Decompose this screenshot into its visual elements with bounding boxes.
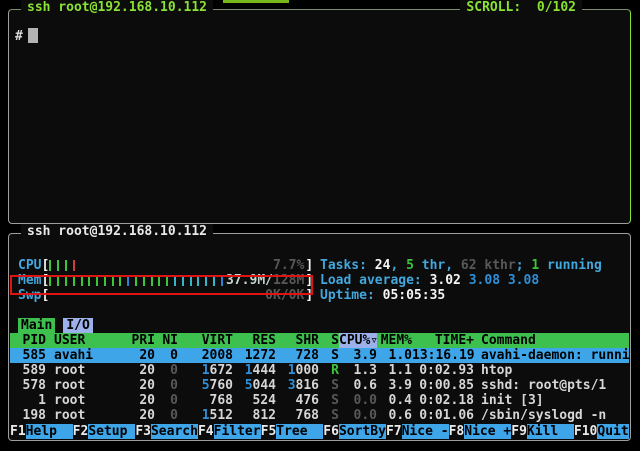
fkey-button-tree[interactable]: Tree xyxy=(276,424,323,439)
column-header-cpu[interactable]: CPU%▿ xyxy=(339,333,377,348)
column-header-shr[interactable]: SHR xyxy=(276,333,319,348)
mem-meter: Mem[37.9M/128M]Load average: 3.02 3.08 3… xyxy=(10,273,629,288)
column-header-s[interactable]: S xyxy=(319,333,339,348)
column-header-res[interactable]: RES xyxy=(233,333,276,348)
f7-key-label: F7 xyxy=(386,424,402,439)
fkey-button-setup[interactable]: Setup xyxy=(88,424,135,439)
column-header-pri[interactable]: PRI xyxy=(129,333,155,348)
fkey-button-sortby[interactable]: SortBy xyxy=(339,424,386,439)
cpu-meter-label: CPU xyxy=(18,258,41,273)
process-row[interactable]: 589root200167214441000R1.31.10:02.93htop xyxy=(10,363,629,378)
column-header-cmd[interactable]: Command xyxy=(474,333,629,348)
column-header-user[interactable]: USER xyxy=(46,333,129,348)
htop-tab-io[interactable]: I/O xyxy=(63,318,92,333)
fkey-button-kill[interactable]: Kill xyxy=(527,424,574,439)
pane-bottom-title: ssh root@192.168.10.112 xyxy=(21,224,213,240)
mem-meter-label: Mem xyxy=(18,273,41,288)
f9-key-label: F9 xyxy=(511,424,527,439)
column-header-ni[interactable]: NI xyxy=(155,333,178,348)
pane-top-title: ssh root@192.168.10.112 xyxy=(21,0,213,16)
swp-meter: Swp[0K/0K]Uptime: 05:05:35 xyxy=(10,288,629,303)
f6-key-label: F6 xyxy=(323,424,339,439)
process-table-header[interactable]: PIDUSERPRINIVIRTRESSHRSCPU%▿MEM%TIME+Com… xyxy=(10,333,629,348)
f5-key-label: F5 xyxy=(261,424,277,439)
column-header-time[interactable]: TIME+ xyxy=(412,333,474,348)
htop-tab-main[interactable]: Main xyxy=(18,318,55,333)
htop-screen: CPU[7.7%]Tasks: 24, 5 thr, 62 kthr; 1 ru… xyxy=(10,258,629,439)
function-key-bar: F1HelpF2SetupF3SearchF4FilterF5TreeF6Sor… xyxy=(10,424,629,439)
swp-meter-label: Swp xyxy=(18,288,41,303)
fkey-button-nice-[interactable]: Nice - xyxy=(402,424,449,439)
process-row[interactable]: 198root2001512812768S0.00.60:01.06/sbin/… xyxy=(10,408,629,423)
process-row[interactable]: 1root200768524476S0.00.40:02.18init [3] xyxy=(10,393,629,408)
text-cursor xyxy=(28,28,38,43)
f4-key-label: F4 xyxy=(198,424,214,439)
fkey-button-help[interactable]: Help xyxy=(26,424,73,439)
fkey-button-search[interactable]: Search xyxy=(151,424,198,439)
f10-key-label: F10 xyxy=(574,424,597,439)
fkey-button-filter[interactable]: Filter xyxy=(214,424,261,439)
process-row[interactable]: 578root200576050443816S0.63.90:00.85sshd… xyxy=(10,378,629,393)
cpu-meter: CPU[7.7%]Tasks: 24, 5 thr, 62 kthr; 1 ru… xyxy=(10,258,629,273)
f8-key-label: F8 xyxy=(449,424,465,439)
terminal-pane-bottom[interactable]: ssh root@192.168.10.112 CPU[7.7%]Tasks: … xyxy=(8,233,631,441)
top-edge-artifact-line xyxy=(223,0,289,3)
f3-key-label: F3 xyxy=(135,424,151,439)
column-header-mem[interactable]: MEM% xyxy=(377,333,412,348)
scroll-indicator: SCROLL: 0/102 xyxy=(460,0,582,16)
column-header-virt[interactable]: VIRT xyxy=(178,333,233,348)
f1-key-label: F1 xyxy=(10,424,26,439)
terminal-pane-top[interactable]: ssh root@192.168.10.112 SCROLL: 0/102 # xyxy=(8,9,631,224)
f2-key-label: F2 xyxy=(73,424,89,439)
cpu-meter-right-text: Tasks: 24, 5 thr, 62 kthr; 1 running xyxy=(320,258,602,273)
column-header-pid[interactable]: PID xyxy=(18,333,46,348)
swp-meter-right-text: Uptime: 05:05:35 xyxy=(320,288,445,303)
process-row[interactable]: 585avahi20020081272728S3.91.013:16.19ava… xyxy=(10,348,629,363)
mem-meter-right-text: Load average: 3.02 3.08 3.08 xyxy=(320,273,539,288)
fkey-button-quit[interactable]: Quit xyxy=(597,424,629,439)
fkey-button-nice+[interactable]: Nice + xyxy=(464,424,511,439)
shell-prompt[interactable]: # xyxy=(15,28,38,44)
